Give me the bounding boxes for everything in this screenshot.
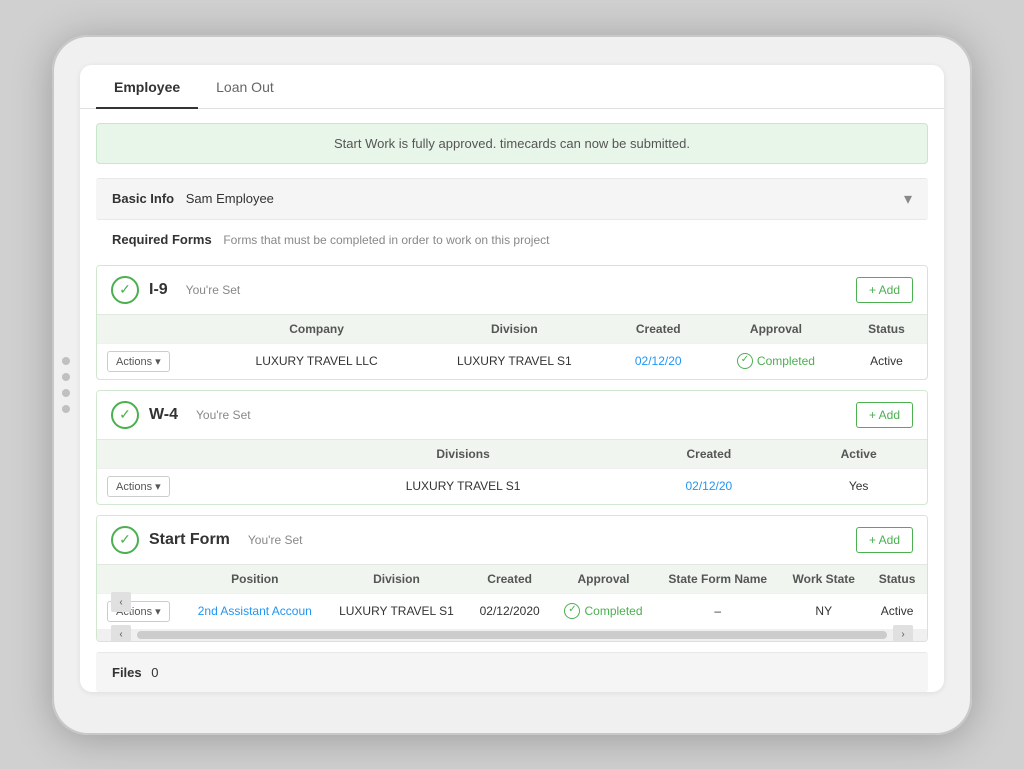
sf-col-division: Division [325,564,467,593]
content-area: Employee Loan Out Start Work is fully ap… [80,65,944,692]
start-form-check-icon: ✓ [111,526,139,554]
w4-actions-button[interactable]: Actions ▾ [107,476,170,497]
start-form-status: You're Set [248,533,303,547]
w4-col-created: Created [627,439,790,468]
w4-header: ✓ W-4 You're Set + Add [97,391,927,439]
form-section-w4: ✓ W-4 You're Set + Add Divisions Created… [96,390,928,505]
required-forms-header: Required Forms Forms that must be comple… [96,220,928,255]
required-forms-subtitle: Forms that must be completed in order to… [223,233,549,247]
start-form-add-button[interactable]: + Add [856,527,913,553]
start-form-header: ✓ Start Form You're Set + Add [97,516,927,564]
sf-row: ‹ Actions ▾ 2nd Assistant Accoun LUXURY … [97,593,927,629]
sf-status-val: Active [867,593,927,629]
approval-banner: Start Work is fully approved. timecards … [96,123,928,164]
tablet-dot-4 [62,405,70,413]
i9-check-icon: ✓ [111,276,139,304]
w4-row: Actions ▾ LUXURY TRAVEL S1 02/12/20 Yes [97,468,927,504]
sf-state-form-name: – [655,593,780,629]
banner-text: Start Work is fully approved. timecards … [334,136,690,151]
i9-division: LUXURY TRAVEL S1 [418,343,611,379]
sf-created: 02/12/2020 [467,593,551,629]
basic-info-bar[interactable]: Basic Info Sam Employee ▾ [96,178,928,220]
sf-col-state-form: State Form Name [655,564,780,593]
i9-created[interactable]: 02/12/20 [635,354,682,368]
i9-actions-button[interactable]: Actions ▾ [107,351,170,372]
files-label: Files [112,665,142,680]
w4-check-icon: ✓ [111,401,139,429]
i9-col-division: Division [418,314,611,343]
scroll-left-icon[interactable]: ‹ [111,592,131,612]
i9-header: ✓ I-9 You're Set + Add [97,266,927,314]
scroll-right-btn[interactable]: › [893,625,913,641]
w4-name: W-4 [149,406,178,424]
sf-col-status: Status [867,564,927,593]
w4-division: LUXURY TRAVEL S1 [299,468,628,504]
i9-left: ✓ I-9 You're Set [111,276,240,304]
i9-col-created: Created [611,314,706,343]
start-form-name: Start Form [149,531,230,549]
start-form-table: Position Division Created Approval State… [97,564,927,629]
files-bar[interactable]: Files 0 [96,652,928,692]
tab-loan-out[interactable]: Loan Out [198,65,292,109]
tablet-frame: Employee Loan Out Start Work is fully ap… [52,35,972,735]
i9-table: Company Division Created Approval Status… [97,314,927,379]
scrollbar-track[interactable] [137,631,887,639]
start-form-left: ✓ Start Form You're Set [111,526,302,554]
i9-approval: Completed [716,353,836,369]
sf-col-work-state: Work State [780,564,867,593]
i9-col-company: Company [215,314,418,343]
scroll-bar-row: ‹ › [97,629,927,641]
tablet-dots [62,357,70,413]
tablet-dot-1 [62,357,70,365]
form-section-i9: ✓ I-9 You're Set + Add Company Division … [96,265,928,380]
tab-employee[interactable]: Employee [96,65,198,109]
i9-col-actions [97,314,215,343]
sf-col-position: Position [184,564,325,593]
w4-created[interactable]: 02/12/20 [685,479,732,493]
basic-info-left: Basic Info Sam Employee [112,191,274,206]
w4-col-divisions: Divisions [299,439,628,468]
w4-table: Divisions Created Active Actions ▾ LUXUR… [97,439,927,504]
chevron-down-icon: ▾ [904,189,912,209]
sf-position[interactable]: 2nd Assistant Accoun [198,604,312,618]
i9-company: LUXURY TRAVEL LLC [215,343,418,379]
w4-active-val: Yes [790,468,927,504]
tablet-dot-2 [62,373,70,381]
w4-left: ✓ W-4 You're Set [111,401,251,429]
i9-status: You're Set [186,283,241,297]
i9-row: Actions ▾ LUXURY TRAVEL LLC LUXURY TRAVE… [97,343,927,379]
required-forms-title: Required Forms [112,232,212,247]
i9-name: I-9 [149,281,168,299]
i9-col-status: Status [846,314,927,343]
sf-col-actions [97,564,184,593]
i9-col-approval: Approval [706,314,846,343]
start-form-table-wrapper: Position Division Created Approval State… [97,564,927,641]
basic-info-name: Sam Employee [186,191,274,206]
sf-col-approval: Approval [552,564,655,593]
tablet-dot-3 [62,389,70,397]
scroll-left-btn[interactable]: ‹ [111,625,131,641]
sf-division: LUXURY TRAVEL S1 [325,593,467,629]
basic-info-label: Basic Info [112,191,174,206]
sf-work-state: NY [780,593,867,629]
i9-add-button[interactable]: + Add [856,277,913,303]
w4-col-active: Active [790,439,927,468]
form-section-start-form: ✓ Start Form You're Set + Add Position D… [96,515,928,642]
tabs-bar: Employee Loan Out [80,65,944,109]
sf-approval: Completed [562,603,645,619]
w4-col-actions [97,439,299,468]
files-count: 0 [151,665,158,680]
w4-status: You're Set [196,408,251,422]
i9-status-val: Active [846,343,927,379]
sf-col-created: Created [467,564,551,593]
w4-add-button[interactable]: + Add [856,402,913,428]
